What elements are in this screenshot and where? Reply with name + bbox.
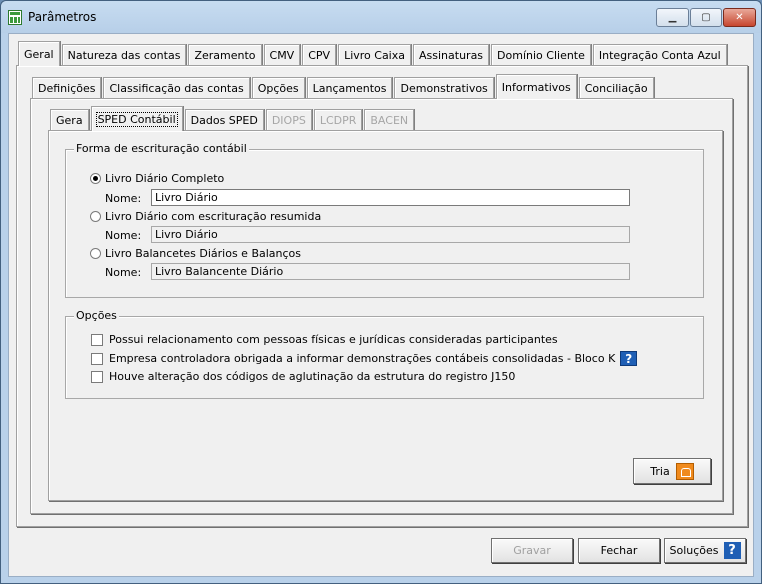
tab-dominio-cliente[interactable]: Domínio Cliente: [491, 44, 591, 66]
radio-livro-diario-resumida[interactable]: Livro Diário com escrituração resumida: [90, 210, 321, 223]
radio-unselected-indicator: [90, 211, 101, 222]
fechar-button[interactable]: Fechar: [578, 538, 660, 563]
checkbox-j150[interactable]: Houve alteração dos códigos de aglutinaç…: [91, 370, 515, 383]
nome-field-completo[interactable]: Livro Diário: [151, 189, 630, 206]
window: Parâmetros ▁ ▢ ✕ Geral Natureza das cont…: [0, 0, 762, 584]
tria-icon: [675, 462, 694, 480]
tab-classificacao-das-contas[interactable]: Classificação das contas: [103, 77, 250, 99]
window-title: Parâmetros: [28, 10, 97, 24]
tria-button[interactable]: Tria: [633, 458, 711, 484]
main-tabs: Geral Natureza das contas Zeramento CMV …: [18, 41, 729, 66]
nome-field-resumida: Livro Diário: [151, 226, 630, 243]
dialog-client: Geral Natureza das contas Zeramento CMV …: [8, 33, 754, 577]
tab-zeramento[interactable]: Zeramento: [188, 44, 262, 66]
help-icon[interactable]: ?: [620, 351, 638, 366]
tab-cpv[interactable]: CPV: [302, 44, 337, 66]
sub-tabs: Definições Classificação das contas Opçõ…: [32, 74, 656, 99]
spreadsheet-app-icon: [8, 10, 22, 25]
tab-lcdpr: LCDPR: [313, 109, 363, 131]
radio-selected-indicator: [90, 173, 101, 184]
opcoes-legend: Opções: [74, 309, 119, 322]
tab-assinaturas[interactable]: Assinaturas: [413, 44, 490, 66]
tab-opcoes[interactable]: Opções: [251, 77, 305, 99]
tab-geral[interactable]: Geral: [18, 41, 60, 66]
radio-livro-balancetes[interactable]: Livro Balancetes Diários e Balanços: [90, 247, 301, 260]
solucoes-button[interactable]: Soluções ?: [664, 538, 746, 563]
tab-demonstrativos[interactable]: Demonstrativos: [394, 77, 494, 99]
opcoes-group: Opções Possui relacionamento com pessoas…: [65, 309, 704, 399]
nome-label-2: Nome:: [105, 229, 142, 242]
escrituracao-group: Forma de escrituração contábil Livro Diá…: [65, 142, 704, 298]
radio-unselected-indicator: [90, 248, 101, 259]
tab-integracao-conta-azul[interactable]: Integração Conta Azul: [592, 44, 727, 66]
tab-conciliacao[interactable]: Conciliação: [578, 77, 654, 99]
gravar-button: Gravar: [491, 538, 573, 563]
help-icon: ?: [723, 542, 741, 559]
minimize-button[interactable]: ▁: [656, 8, 689, 27]
nome-label-3: Nome:: [105, 266, 142, 279]
checkbox-box: [91, 333, 103, 346]
title-bar: Parâmetros ▁ ▢ ✕: [1, 1, 761, 33]
maximize-button[interactable]: ▢: [690, 8, 722, 27]
tab-lancamentos[interactable]: Lançamentos: [306, 77, 393, 99]
escrituracao-legend: Forma de escrituração contábil: [74, 142, 249, 155]
tab-sped-contabil[interactable]: SPED Contábil: [90, 106, 183, 131]
checkbox-box: [91, 352, 103, 365]
checkbox-box: [91, 370, 103, 383]
inner-tabs: Gera SPED Contábil Dados SPED DIOPS LCDP…: [50, 106, 416, 131]
close-button[interactable]: ✕: [723, 8, 756, 27]
tab-cmv[interactable]: CMV: [263, 44, 301, 66]
tab-definicoes[interactable]: Definições: [32, 77, 102, 99]
tab-informativos[interactable]: Informativos: [495, 74, 577, 99]
tab-natureza-das-contas[interactable]: Natureza das contas: [61, 44, 187, 66]
tab-gera[interactable]: Gera: [50, 109, 89, 131]
nome-field-balancetes: Livro Balancente Diário: [151, 263, 630, 280]
nome-label-1: Nome:: [105, 192, 142, 205]
tab-livro-caixa[interactable]: Livro Caixa: [338, 44, 411, 66]
tab-bacen: BACEN: [364, 109, 415, 131]
radio-livro-diario-completo[interactable]: Livro Diário Completo: [90, 172, 224, 185]
checkbox-bloco-k[interactable]: Empresa controladora obrigada a informar…: [91, 351, 638, 366]
tab-dados-sped[interactable]: Dados SPED: [184, 109, 264, 131]
checkbox-participantes[interactable]: Possui relacionamento com pessoas física…: [91, 333, 558, 346]
tab-diops: DIOPS: [265, 109, 312, 131]
